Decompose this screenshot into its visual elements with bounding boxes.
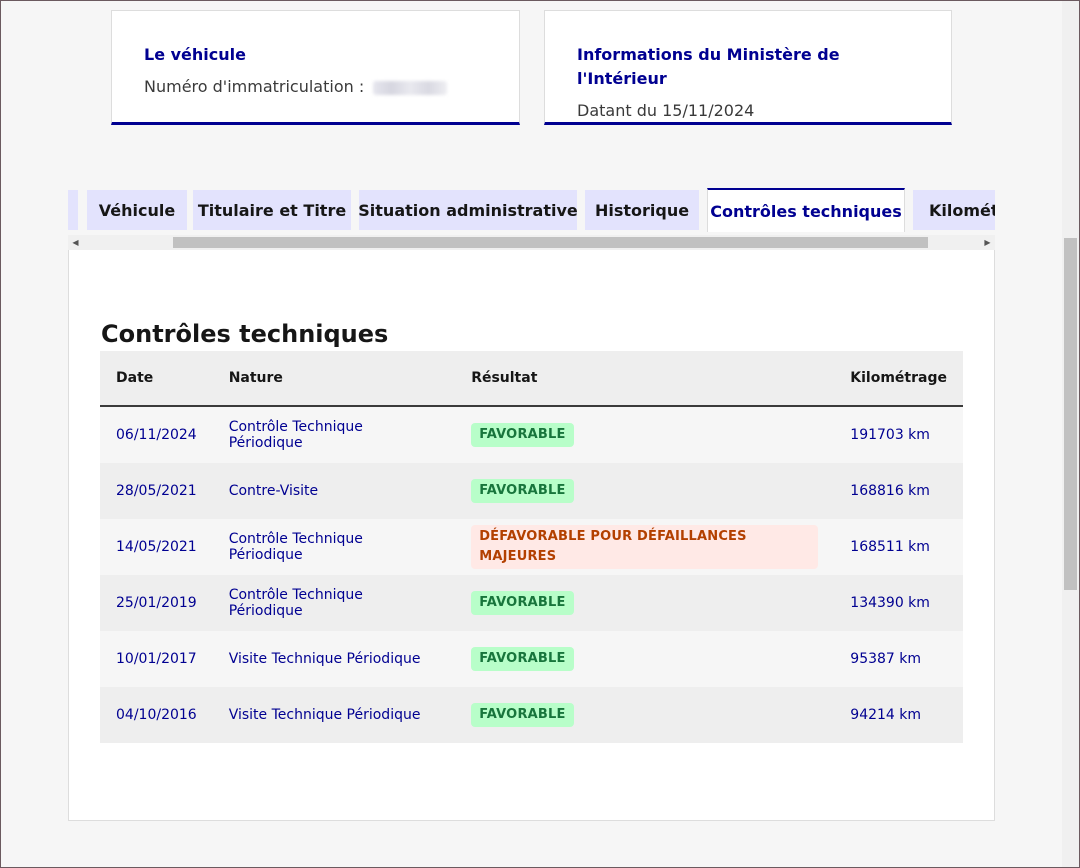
status-badge: FAVORABLE <box>471 703 574 727</box>
cell-date: 10/01/2017 <box>100 631 213 687</box>
tab-titulaire[interactable]: Titulaire et Titre <box>193 190 351 230</box>
cell-result: FAVORABLE <box>455 406 835 463</box>
column-header-nature: Nature <box>212 351 456 407</box>
table-row: 06/11/2024 Contrôle Technique Périodique… <box>100 406 963 463</box>
plate-number-redacted <box>373 80 448 95</box>
cell-mileage: 95387 km <box>834 631 963 687</box>
ministry-card: Informations du Ministère de l'Intérieur… <box>544 10 952 125</box>
plate-number-label: Numéro d'immatriculation : <box>144 77 365 96</box>
technical-inspections-table: Date Nature Résultat Kilométrage 06/11/2… <box>100 351 963 743</box>
tabs-scrollbar-thumb[interactable] <box>173 237 928 248</box>
cell-nature: Contrôle Technique Périodique <box>212 406 456 463</box>
tab-hidden-previous[interactable] <box>68 190 78 230</box>
cell-date: 06/11/2024 <box>100 406 213 463</box>
status-badge: FAVORABLE <box>471 647 574 671</box>
column-header-result: Résultat <box>455 351 835 407</box>
table-row: 04/10/2016 Visite Technique Périodique F… <box>100 687 963 743</box>
table-header-row: Date Nature Résultat Kilométrage <box>100 351 963 407</box>
cell-result: FAVORABLE <box>455 631 835 687</box>
cell-nature: Contrôle Technique Périodique <box>212 519 456 575</box>
page-scrollbar-thumb[interactable] <box>1064 238 1077 590</box>
status-badge: FAVORABLE <box>471 479 574 503</box>
table-row: 28/05/2021 Contre-Visite FAVORABLE 16881… <box>100 463 963 519</box>
plate-number-row: Numéro d'immatriculation : <box>144 75 487 99</box>
cell-result: FAVORABLE <box>455 687 835 743</box>
tab-kilometrage[interactable]: Kilométr <box>913 190 995 230</box>
cell-nature: Visite Technique Périodique <box>212 687 456 743</box>
cell-result: DÉFAVORABLE POUR DÉFAILLANCES MAJEURES <box>455 519 835 575</box>
cell-nature: Visite Technique Périodique <box>212 631 456 687</box>
column-header-mileage: Kilométrage <box>834 351 963 407</box>
scroll-right-icon[interactable]: ▶ <box>980 235 995 250</box>
cell-nature: Contrôle Technique Périodique <box>212 575 456 631</box>
section-title: Contrôles techniques <box>101 320 389 348</box>
status-badge: FAVORABLE <box>471 591 574 615</box>
cell-mileage: 168816 km <box>834 463 963 519</box>
tab-situation-administrative[interactable]: Situation administrative <box>358 190 578 230</box>
table-row: 14/05/2021 Contrôle Technique Périodique… <box>100 519 963 575</box>
tab-panel-controles-techniques: Contrôles techniques Date Nature Résulta… <box>68 250 995 821</box>
table-row: 25/01/2019 Contrôle Technique Périodique… <box>100 575 963 631</box>
cell-mileage: 134390 km <box>834 575 963 631</box>
tab-historique[interactable]: Historique <box>585 190 699 230</box>
ministry-card-title: Informations du Ministère de l'Intérieur <box>577 45 840 88</box>
cell-result: FAVORABLE <box>455 575 835 631</box>
cell-date: 04/10/2016 <box>100 687 213 743</box>
cell-result: FAVORABLE <box>455 463 835 519</box>
cell-date: 28/05/2021 <box>100 463 213 519</box>
vehicle-card: Le véhicule Numéro d'immatriculation : <box>111 10 520 125</box>
tabs-horizontal-scrollbar[interactable]: ◀ ▶ <box>68 235 995 250</box>
cell-date: 25/01/2019 <box>100 575 213 631</box>
vehicle-card-title: Le véhicule <box>144 45 246 64</box>
cell-mileage: 191703 km <box>834 406 963 463</box>
status-badge: FAVORABLE <box>471 423 574 447</box>
cell-nature: Contre-Visite <box>212 463 456 519</box>
status-badge: DÉFAVORABLE POUR DÉFAILLANCES MAJEURES <box>471 525 819 569</box>
cell-mileage: 168511 km <box>834 519 963 575</box>
cell-date: 14/05/2021 <box>100 519 213 575</box>
page-vertical-scrollbar[interactable] <box>1062 0 1079 868</box>
cell-mileage: 94214 km <box>834 687 963 743</box>
tab-controles-techniques[interactable]: Contrôles techniques <box>707 188 905 232</box>
tab-list: Véhicule Titulaire et Titre Situation ad… <box>68 188 995 236</box>
ministry-date: Datant du 15/11/2024 <box>577 101 755 120</box>
table-row: 10/01/2017 Visite Technique Périodique F… <box>100 631 963 687</box>
column-header-date: Date <box>100 351 213 407</box>
scroll-left-icon[interactable]: ◀ <box>68 235 83 250</box>
tab-vehicule[interactable]: Véhicule <box>87 190 187 230</box>
